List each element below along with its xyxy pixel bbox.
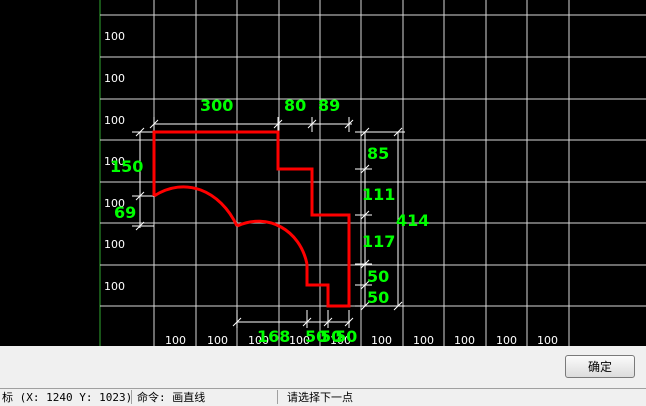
grid-label: 100 [413, 334, 434, 346]
dim-label: 150 [110, 157, 143, 176]
drawing-svg[interactable]: 100100100100100100100 100 100 100 100 100 100… [0, 0, 646, 346]
dim-label: 300 [200, 96, 233, 115]
dim-label: 80 [284, 96, 306, 115]
dim-label: 50 [335, 327, 357, 346]
dim-label: 50 [367, 267, 389, 286]
grid-label: 100 [454, 334, 475, 346]
dim-label: 117 [362, 232, 395, 251]
dim-label: 85 [367, 144, 389, 163]
grid-label: 100 [104, 72, 125, 85]
status-divider [277, 390, 278, 404]
ok-button[interactable]: 确定 [565, 355, 635, 378]
shape-arc-right [236, 219, 309, 265]
dim-label: 50 [367, 288, 389, 307]
drawing-canvas[interactable]: 100 100 100 100 100 100 100 100 100 100 100 100 100… [0, 0, 646, 346]
grid-label: 100 [165, 334, 186, 346]
dim-label: 111 [362, 185, 395, 204]
status-prompt: 请选择下一点 [287, 391, 353, 404]
grid-label: 100 [537, 334, 558, 346]
grid-label: 100 [104, 30, 125, 43]
status-command: 命令: 画直线 [137, 391, 206, 404]
status-bar: 标 (X: 1240 Y: 1023) 命令: 画直线 请选择下一点 [0, 388, 646, 406]
dim-label: 414 [396, 211, 429, 230]
dim-label: 168 [257, 327, 290, 346]
dim-label: 89 [318, 96, 340, 115]
dialog-footer [0, 346, 646, 387]
status-divider [131, 390, 132, 404]
grid-label: 100 [371, 334, 392, 346]
grid-label: 100 [104, 238, 125, 251]
grid-label: 100 [104, 280, 125, 293]
dim-label: 69 [114, 203, 136, 222]
grid-label: 100 [496, 334, 517, 346]
grid-label: 100 [104, 114, 125, 127]
status-coordinates: 标 (X: 1240 Y: 1023) [2, 391, 133, 404]
grid-label: 100 [207, 334, 228, 346]
